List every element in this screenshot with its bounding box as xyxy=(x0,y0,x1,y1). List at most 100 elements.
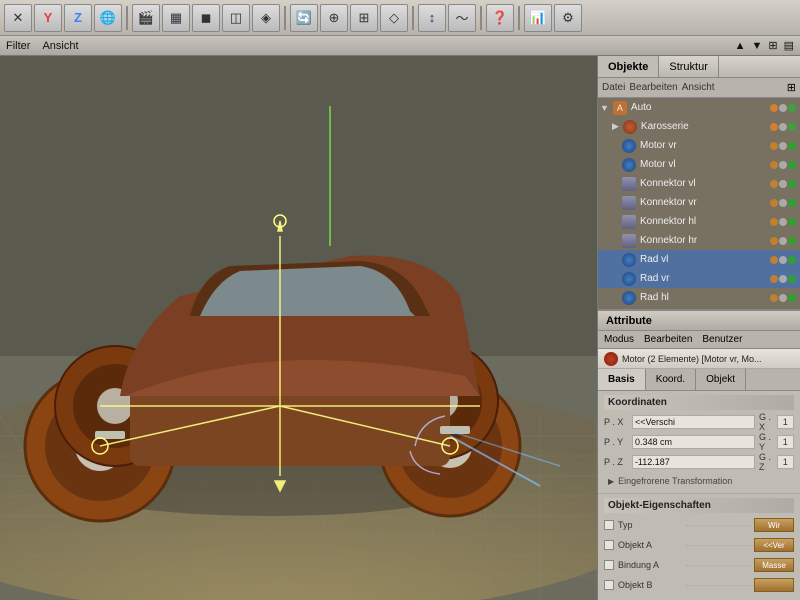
input-py[interactable] xyxy=(632,435,755,449)
tool-snake[interactable]: 〜 xyxy=(448,4,476,32)
tool-camera[interactable]: 🎬 xyxy=(132,4,160,32)
rad-vl-label: Rad vl xyxy=(640,254,668,265)
check-typ[interactable] xyxy=(604,520,614,530)
tab-objekte[interactable]: Objekte xyxy=(598,56,659,77)
konnektor-vr-icon xyxy=(622,196,636,210)
second-menubar: Filter Ansicht ▲ ▼ ⊞ ▤ xyxy=(0,36,800,56)
obj-root-auto[interactable]: ▼ A Auto xyxy=(598,98,800,117)
motor-vl-label: Motor vl xyxy=(640,159,676,170)
panel-ansicht[interactable]: Ansicht xyxy=(682,82,715,93)
attr-benutzer[interactable]: Benutzer xyxy=(702,334,742,345)
val-gz: 1 xyxy=(777,455,794,469)
list-item-konnektor-vl[interactable]: Konnektor vl xyxy=(598,174,800,193)
list-item-konnektor-hl[interactable]: Konnektor hl xyxy=(598,212,800,231)
separator-1 xyxy=(126,6,128,30)
viewport-3d[interactable] xyxy=(0,56,597,600)
layout-icon[interactable]: ⊞ xyxy=(768,39,777,52)
check-bindung-a[interactable] xyxy=(604,560,614,570)
coord-row-py: P . Y G . Y 1 xyxy=(604,433,794,451)
motor-label-bar: Motor (2 Elemente) [Motor vr, Mo... xyxy=(598,349,800,369)
label-py: P . Y xyxy=(604,437,628,447)
input-pz[interactable] xyxy=(632,455,755,469)
ansicht-menu[interactable]: Ansicht xyxy=(42,40,78,52)
label-bindung-a: Bindung A xyxy=(618,560,682,570)
filter-menu[interactable]: Filter xyxy=(6,40,30,52)
panel-datei[interactable]: Datei xyxy=(602,82,625,93)
dot1 xyxy=(770,104,778,112)
tool-x[interactable]: ✕ xyxy=(4,4,32,32)
tool-rotate[interactable]: 🔄 xyxy=(290,4,318,32)
label-gz: G . Z xyxy=(759,452,773,472)
tool-settings[interactable]: ⚙ xyxy=(554,4,582,32)
attr-modus[interactable]: Modus xyxy=(604,334,634,345)
tool-shape[interactable]: ◇ xyxy=(380,4,408,32)
konnektor-vl-icon xyxy=(622,177,636,191)
prop-row-typ: Typ Wir xyxy=(604,516,794,534)
karosserie-dots xyxy=(770,123,796,131)
list-item-konnektor-vr[interactable]: Konnektor vr xyxy=(598,193,800,212)
list-item-motor-vr[interactable]: Motor vr xyxy=(598,136,800,155)
tab-objekt[interactable]: Objekt xyxy=(696,369,746,390)
motor-vl-icon xyxy=(622,158,636,172)
tool-y[interactable]: Y xyxy=(34,4,62,32)
input-px[interactable] xyxy=(632,415,755,429)
check-obj-a[interactable] xyxy=(604,540,614,550)
dots-obj-a xyxy=(686,545,750,546)
motor-vr-dots xyxy=(770,142,796,150)
expand-icon[interactable]: ▤ xyxy=(784,39,794,52)
prop-row-obj-b: Objekt B xyxy=(604,576,794,594)
dots-bindung-a xyxy=(686,565,750,566)
tab-basis[interactable]: Basis xyxy=(598,369,646,390)
konnektor-hl-icon xyxy=(622,215,636,229)
panel-more-icon[interactable]: ⊞ xyxy=(787,81,796,94)
obj-eigenschaften-section: Objekt-Eigenschaften Typ Wir Objekt A <<… xyxy=(598,494,800,600)
main-toolbar: ✕ Y Z 🌐 🎬 ▦ ◼ ◫ ◈ 🔄 ⊕ ⊞ ◇ ↕ 〜 ❓ 📊 ⚙ xyxy=(0,0,800,36)
eingefrorene-row[interactable]: ▶ Eingefrorene Transformation xyxy=(604,473,794,489)
separator-2 xyxy=(284,6,286,30)
karosserie-icon xyxy=(623,120,637,134)
tool-move[interactable]: ↕ xyxy=(418,4,446,32)
right-panel: Objekte Struktur Datei Bearbeiten Ansich… xyxy=(597,56,800,600)
root-dots xyxy=(770,104,796,112)
tool-arrows[interactable]: ⊕ xyxy=(320,4,348,32)
object-list[interactable]: ▼ A Auto ▶ Karosserie xyxy=(598,98,800,309)
val-gy: 1 xyxy=(777,435,794,449)
list-item-karosserie[interactable]: ▶ Karosserie xyxy=(598,117,800,136)
list-item-rad-vl[interactable]: Rad vl xyxy=(598,250,800,269)
panel-tab-bar: Objekte Struktur xyxy=(598,56,800,78)
tool-grid[interactable]: ▦ xyxy=(162,4,190,32)
root-icon: A xyxy=(613,101,627,115)
btn-typ[interactable]: Wir xyxy=(754,518,794,532)
list-item-rad-vr[interactable]: Rad vr xyxy=(598,269,800,288)
motor-vl-dots xyxy=(770,161,796,169)
motor-type-icon xyxy=(604,352,618,366)
tool-help[interactable]: ❓ xyxy=(486,4,514,32)
scroll-down-icon[interactable]: ▼ xyxy=(751,40,762,52)
list-item-motor-vl[interactable]: Motor vl xyxy=(598,155,800,174)
rad-hl-icon xyxy=(622,291,636,305)
list-item-konnektor-hr[interactable]: Konnektor hr xyxy=(598,231,800,250)
tool-z[interactable]: Z xyxy=(64,4,92,32)
check-obj-b[interactable] xyxy=(604,580,614,590)
tool-diamond[interactable]: ◈ xyxy=(252,4,280,32)
tool-globe[interactable]: 🌐 xyxy=(94,4,122,32)
btn-obj-a[interactable]: <<Ver xyxy=(754,538,794,552)
motor-vr-label: Motor vr xyxy=(640,140,677,151)
attribute-menubar: Modus Bearbeiten Benutzer xyxy=(598,331,800,349)
tool-cube[interactable]: ◼ xyxy=(192,4,220,32)
list-item-rad-hl[interactable]: Rad hl xyxy=(598,288,800,307)
tool-scale[interactable]: ⊞ xyxy=(350,4,378,32)
koordinaten-title: Koordinaten xyxy=(604,395,794,410)
panel-menubar: Datei Bearbeiten Ansicht ⊞ xyxy=(598,78,800,98)
dots-obj-b xyxy=(686,585,750,586)
btn-bindung-a[interactable]: Masse xyxy=(754,558,794,572)
tool-chart[interactable]: 📊 xyxy=(524,4,552,32)
label-gy: G . Y xyxy=(759,432,773,452)
attr-bearbeiten[interactable]: Bearbeiten xyxy=(644,334,692,345)
tab-koord[interactable]: Koord. xyxy=(646,369,696,390)
tool-film[interactable]: ◫ xyxy=(222,4,250,32)
panel-bearbeiten[interactable]: Bearbeiten xyxy=(629,82,677,93)
tab-struktur[interactable]: Struktur xyxy=(659,56,719,77)
btn-obj-b[interactable] xyxy=(754,578,794,592)
scroll-up-icon[interactable]: ▲ xyxy=(735,40,746,52)
